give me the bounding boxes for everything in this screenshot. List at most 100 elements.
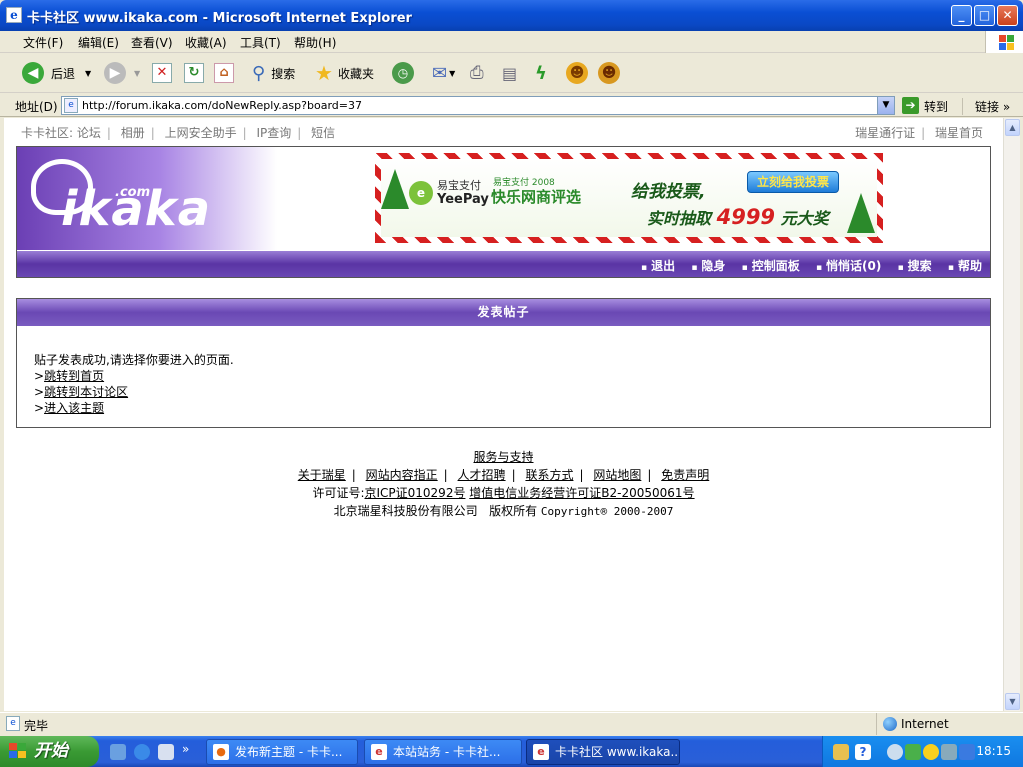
service-support-link[interactable]: 服务与支持 [473,450,533,464]
page-icon: e [64,98,78,113]
zone-label: Internet [901,717,949,731]
nav-rising-home[interactable]: 瑞星首页 [935,126,983,140]
history-button[interactable]: ◷ [392,59,414,87]
footer-disclaimer-link[interactable]: 免责声明 [661,468,709,482]
lottery-pre: 实时抽取 [647,209,712,228]
menu-edit[interactable]: 编辑(E) [78,34,119,51]
quicklaunch-ie-icon[interactable] [134,744,150,760]
maximize-button[interactable]: □ [974,5,995,26]
tray-network-icon[interactable] [905,744,921,760]
lottery-number: 4999 [716,205,776,229]
ad-banner[interactable]: e 易宝支付 YeePay 易宝支付 2008 快乐网商评选 给我投票, 实时抽取… [375,153,883,243]
goto-topic-link[interactable]: 进入该主题 [44,401,104,415]
close-button[interactable]: ✕ [997,5,1018,26]
quicklaunch-desktop-icon[interactable] [110,744,126,760]
links-button[interactable]: 链接 » [962,98,1010,115]
go-button[interactable]: 转到 [924,98,948,115]
scroll-up-icon[interactable]: ▲ [1005,119,1020,136]
stop-button[interactable]: ✕ [152,59,172,87]
address-input[interactable]: e http://forum.ikaka.com/doNewReply.asp?… [61,96,895,115]
nav-forum[interactable]: 卡卡社区: 论坛 [21,126,101,140]
site-top-nav: 卡卡社区: 论坛 | 相册 | 上网安全助手 | IP查询 | 短信 瑞星通行证 | 瑞星… [4,118,1003,144]
vote-now-button[interactable]: 立刻给我投票 [747,171,839,193]
title-bar[interactable]: e 卡卡社区 www.ikaka.com - Microsoft Interne… [0,0,1023,31]
rights-text: 版权所有 [489,504,538,518]
tray-monitor-icon[interactable] [941,744,957,760]
christmas-tree-icon [381,169,409,209]
nav-help[interactable]: 帮助 [948,259,982,273]
telecom-license-link[interactable]: 增值电信业务经营许可证B2-20050061号 [469,486,694,500]
back-button[interactable]: ◀ 后退 ▼ [22,59,91,87]
ie-page-icon: e [371,744,387,760]
mail-button[interactable]: ✉ ▼ [432,59,455,87]
qq-icon[interactable] [923,744,939,760]
address-dropdown-icon[interactable]: ▼ [877,97,894,114]
print-button[interactable]: ⎙ [470,59,484,87]
footer-sitemap-link[interactable]: 网站地图 [593,468,641,482]
quicklaunch-media-icon[interactable] [158,744,174,760]
goto-home-link[interactable]: 跳转到首页 [44,369,104,383]
footer-content-correction-link[interactable]: 网站内容指正 [366,468,438,482]
menu-favorites[interactable]: 收藏(A) [185,34,227,51]
rising-lion-button[interactable]: ☻ [566,59,588,87]
refresh-button[interactable]: ↻ [184,59,204,87]
task-button-site-affairs[interactable]: e 本站站务 - 卡卡社... [364,739,522,765]
scroll-down-icon[interactable]: ▼ [1005,693,1020,710]
menu-file[interactable]: 文件(F) [23,34,63,51]
footer-contact-link[interactable]: 联系方式 [525,468,573,482]
nav-passport[interactable]: 瑞星通行证 [855,126,915,140]
favorites-button[interactable]: ★ 收藏夹 [315,59,374,87]
menu-tools[interactable]: 工具(T) [240,34,281,51]
divider: | [443,468,448,482]
ikaka-logo[interactable]: ikaka .com [17,147,277,250]
nav-control-panel[interactable]: 控制面板 [742,259,800,273]
quicklaunch-chevron-icon[interactable]: » [182,742,189,756]
nav-search[interactable]: 搜索 [898,259,932,273]
help-icon[interactable]: ? [855,744,871,760]
home-button[interactable]: ⌂ [214,59,234,87]
nav-logout[interactable]: 退出 [641,259,675,273]
start-button[interactable]: 开始 [0,736,99,767]
chevron-right-icon[interactable]: » [1003,100,1010,114]
nav-invisible[interactable]: 隐身 [691,259,725,273]
rising-shield-button[interactable]: ☻ [598,59,620,87]
logo-com: .com [115,185,151,200]
nav-security-helper[interactable]: 上网安全助手 [165,126,237,140]
edit-button[interactable]: ▤ [502,59,517,87]
forward-button[interactable]: ▶ ▼ [104,59,140,87]
site-header: ikaka .com e 易宝支付 YeePay 易宝支付 2008 快乐网商评选… [16,146,991,278]
forward-dropdown-icon[interactable]: ▼ [134,69,140,78]
vertical-scrollbar[interactable]: ▲ ▼ [1003,118,1020,711]
task-button-new-topic[interactable]: ● 发布新主题 - 卡卡... [206,739,358,765]
mail-dropdown-icon[interactable]: ▼ [449,69,455,78]
nav-sms[interactable]: 短信 [311,126,335,140]
tray-back-icon[interactable] [887,744,903,760]
go-arrow-icon[interactable]: ➔ [902,97,919,114]
footer-about-link[interactable]: 关于瑞星 [298,468,346,482]
goto-board-link[interactable]: 跳转到本讨论区 [44,385,128,399]
license-label: 许可证号: [312,486,365,500]
messenger-button[interactable]: ϟ [535,59,547,87]
lottery-post: 元大奖 [780,209,829,228]
nav-album[interactable]: 相册 [121,126,145,140]
back-dropdown-icon[interactable]: ▼ [85,69,91,78]
footer-jobs-link[interactable]: 人才招聘 [458,468,506,482]
forum-nav-bar: 退出 隐身 控制面板 悄悄话(0) 搜索 帮助 [17,250,990,277]
nav-ip-lookup[interactable]: IP查询 [257,126,292,140]
task-button-ikaka[interactable]: e 卡卡社区 www.ikaka... [526,739,680,765]
task-label: 本站站务 - 卡卡社... [393,745,501,759]
menu-view[interactable]: 查看(V) [131,34,173,51]
address-url[interactable]: http://forum.ikaka.com/doNewReply.asp?bo… [82,99,362,112]
lion-icon: ☻ [566,62,588,84]
nav-private-messages[interactable]: 悄悄话(0) [816,259,881,273]
page-viewport: 卡卡社区: 论坛 | 相册 | 上网安全助手 | IP查询 | 短信 瑞星通行证 | 瑞星… [4,118,1003,711]
tray-shield-icon[interactable] [959,744,975,760]
minimize-button[interactable]: _ [951,5,972,26]
icp-link[interactable]: 京ICP证010292号 [364,486,465,500]
search-button[interactable]: ⚲ 搜索 [252,59,295,87]
status-bar: e 完毕 Internet [0,712,1023,735]
ie-window: e 卡卡社区 www.ikaka.com - Microsoft Interne… [0,0,1023,767]
menu-help[interactable]: 帮助(H) [294,34,336,51]
tray-app-icon[interactable] [833,744,849,760]
back-label: 后退 [51,66,76,81]
